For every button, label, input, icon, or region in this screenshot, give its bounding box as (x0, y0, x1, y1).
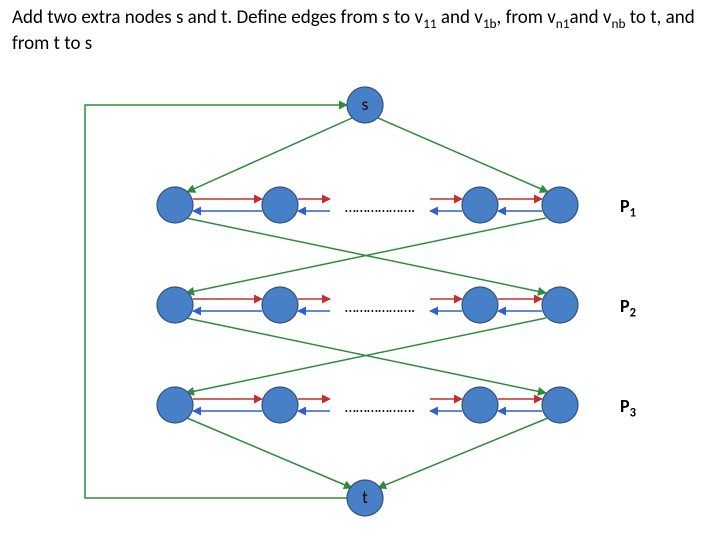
diagram-svg: ………………. ………………. ………………. s t (0, 0, 720, 540)
edge-t-to-s (85, 105, 347, 498)
svg-text:t: t (362, 487, 368, 508)
node-t: t (347, 480, 383, 516)
ellipsis-p3: ………………. (345, 398, 415, 417)
edges-to-t (187, 418, 548, 488)
node-s: s (347, 87, 383, 123)
svg-text:s: s (362, 94, 369, 115)
ellipsis-p2: ………………. (345, 298, 415, 317)
ellipsis-p1: ………………. (345, 198, 415, 217)
edges-from-s (187, 118, 548, 192)
